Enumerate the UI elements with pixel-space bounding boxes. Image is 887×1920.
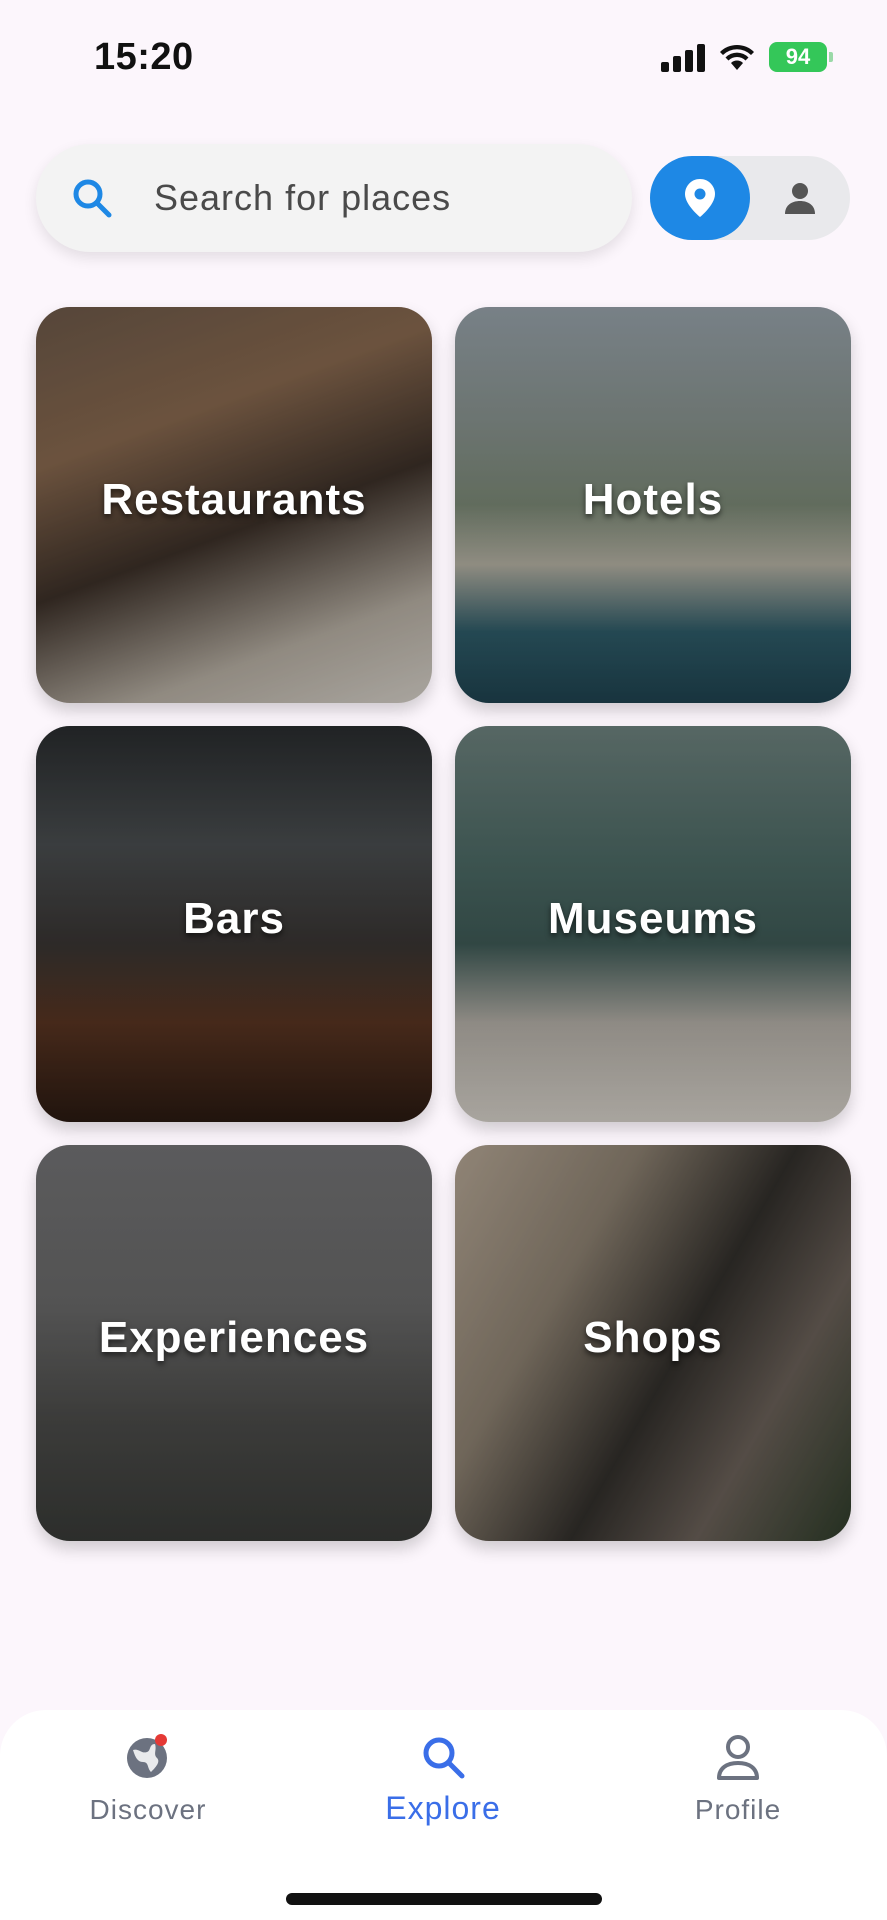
nav-item-profile[interactable]: Profile [628,1710,848,1850]
person-icon [717,1735,759,1780]
category-label: Bars [183,894,285,943]
nav-label-discover: Discover [89,1794,207,1825]
map-view-button[interactable] [650,156,750,240]
search-icon [73,179,112,218]
category-label: Restaurants [101,475,367,524]
bottom-navigation: Discover Explore Profile [0,1710,887,1920]
profile-view-button[interactable] [750,156,850,240]
view-toggle [650,156,850,240]
status-time: 15:20 [94,36,194,78]
nav-item-explore[interactable]: Explore [333,1710,553,1850]
person-icon [785,183,815,214]
globe-icon [127,1734,167,1778]
category-label: Experiences [98,1313,370,1362]
category-tile-hotels[interactable]: Hotels [455,307,851,703]
category-tile-restaurants[interactable]: Restaurants [36,307,432,703]
nav-label-profile: Profile [694,1794,782,1825]
battery-icon: 94 [769,42,833,72]
nav-label-explore: Explore [385,1790,501,1826]
cellular-signal-icon [661,42,705,72]
category-label: Shops [583,1313,723,1362]
status-bar: 15:20 94 [0,0,887,110]
category-tile-shops[interactable]: Shops [455,1145,851,1541]
search-input[interactable] [154,168,594,228]
category-label: Museums [548,894,758,943]
wifi-icon [720,44,754,70]
category-tile-experiences[interactable]: Experiences [36,1145,432,1541]
location-pin-icon [685,179,715,217]
search-bar[interactable] [36,144,632,252]
search-icon [423,1737,465,1779]
explore-screen: 15:20 94 Search for places Restaurants H… [0,0,887,1920]
status-icons: 94 [661,42,833,72]
category-tile-bars[interactable]: Bars [36,726,432,1122]
battery-level: 94 [785,44,811,69]
category-tile-museums[interactable]: Museums [455,726,851,1122]
home-indicator[interactable] [286,1893,602,1905]
nav-item-discover[interactable]: Discover [38,1710,258,1850]
category-label: Hotels [582,475,724,524]
